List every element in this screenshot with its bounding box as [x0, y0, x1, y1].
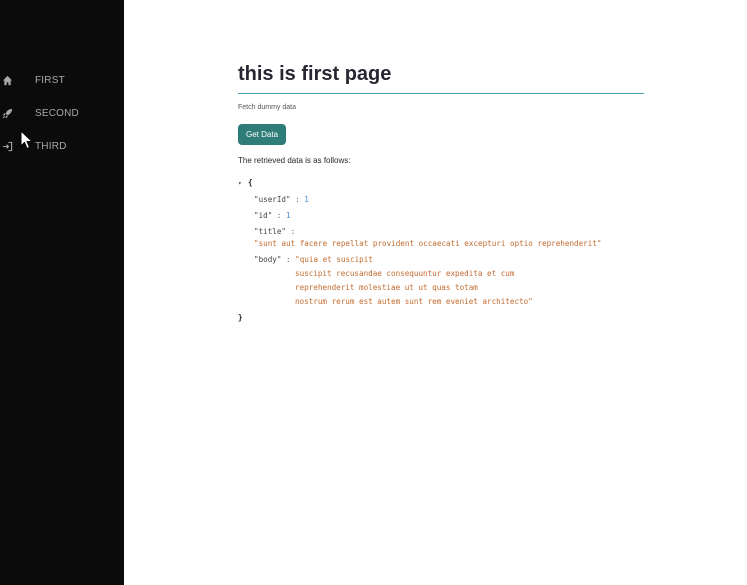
json-close-brace: }: [238, 313, 243, 322]
json-root-row: ▾{: [238, 177, 644, 189]
sidebar-nav: FIRST SECOND THIRD: [0, 64, 124, 163]
json-value: reprehenderit molestiae ut ut quas totam: [295, 283, 478, 292]
collapse-toggle-icon[interactable]: ▾: [238, 178, 248, 189]
json-key: "id": [254, 211, 273, 220]
json-key: "body": [254, 255, 282, 264]
json-open-brace: {: [248, 178, 253, 187]
sidebar-item-label: FIRST: [35, 75, 65, 86]
sidebar-item-second[interactable]: SECOND: [0, 97, 124, 130]
json-key: "userId": [254, 195, 291, 204]
json-colon: :: [272, 211, 287, 220]
page-title: this is first page: [238, 60, 644, 94]
get-data-button[interactable]: Get Data: [238, 124, 287, 145]
json-key: "title": [254, 227, 287, 236]
json-value: "sunt aut facere repellat provident occa…: [254, 239, 602, 248]
page-caption: Fetch dummy data: [238, 104, 296, 111]
sidebar-item-label: SECOND: [35, 108, 79, 119]
sidebar-item-third[interactable]: THIRD: [0, 130, 124, 163]
sidebar-item-first[interactable]: FIRST: [0, 64, 124, 97]
result-label: The retrieved data is as follows:: [238, 156, 351, 165]
json-colon: :: [281, 255, 296, 264]
sidebar-item-label: THIRD: [35, 141, 67, 152]
json-field-title: "title" :: [238, 226, 644, 237]
json-body-line: suscipit recusandae consequuntur expedit…: [238, 268, 644, 279]
json-value: "quia et suscipit: [295, 255, 373, 264]
json-colon: :: [286, 227, 296, 236]
json-field-id: "id" : 1: [238, 210, 644, 221]
json-value: nostrum rerum est autem sunt rem eveniet…: [295, 297, 533, 306]
main-content: this is first page Fetch dummy data Get …: [238, 60, 644, 323]
json-field-body: "body" : "quia et suscipit: [238, 254, 644, 265]
sign-in-icon: [1, 141, 13, 153]
json-close-row: }: [238, 312, 644, 323]
json-value: 1: [304, 195, 309, 204]
json-body-line: reprehenderit molestiae ut ut quas totam: [238, 282, 644, 293]
json-value: 1: [286, 211, 291, 220]
app-window: FIRST SECOND THIRD this is first page Fe…: [0, 0, 747, 585]
json-body-line: nostrum rerum est autem sunt rem eveniet…: [238, 296, 644, 307]
json-field-title-value-row: "sunt aut facere repellat provident occa…: [238, 238, 644, 249]
home-icon: [1, 75, 13, 87]
json-field-userid: "userId" : 1: [238, 194, 644, 205]
mouse-cursor-icon: [20, 130, 34, 150]
json-viewer: ▾{ "userId" : 1 "id" : 1 "title" : "sunt…: [238, 177, 644, 323]
rocket-icon: [1, 108, 13, 120]
json-value: suscipit recusandae consequuntur expedit…: [295, 269, 515, 278]
main-area: this is first page Fetch dummy data Get …: [124, 0, 747, 585]
json-colon: :: [290, 195, 305, 204]
sidebar: FIRST SECOND THIRD: [0, 0, 124, 585]
